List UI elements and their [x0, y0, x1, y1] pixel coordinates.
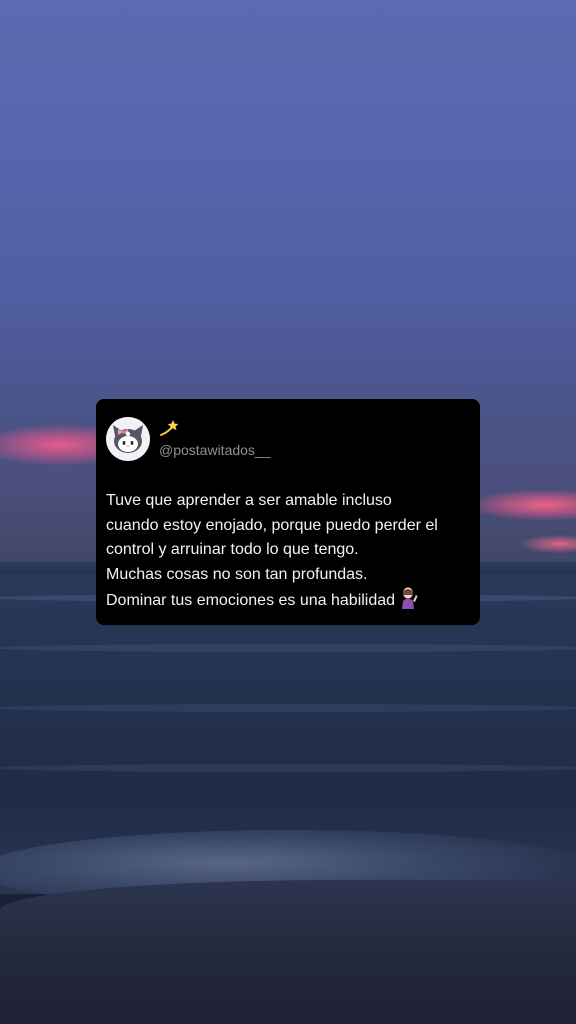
- post-text-line: cuando estoy enojado, porque puedo perde…: [106, 516, 438, 534]
- kuromi-avatar-icon[interactable]: [106, 417, 150, 461]
- post-handle[interactable]: @postawitados__: [159, 442, 271, 458]
- post-text-line: Muchas cosas no son tan profundas.: [106, 565, 368, 583]
- post-text-line: Dominar tus emociones es una habilidad: [106, 592, 396, 609]
- beach-sand: [0, 880, 576, 1024]
- woman-tipping-hand-icon: [399, 587, 419, 618]
- post-text: Tuve que aprender a ser amable incluso c…: [106, 489, 474, 618]
- post-text-last-line: Dominar tus emociones es una habilidad: [106, 587, 474, 618]
- wave: [0, 704, 576, 712]
- wave: [0, 764, 576, 772]
- video-frame: @postawitados__ Tuve que aprender a ser …: [0, 0, 576, 1024]
- wave: [0, 644, 576, 652]
- dizzy-star-icon: [158, 417, 180, 445]
- post-text-line: Tuve que aprender a ser amable incluso: [106, 492, 392, 509]
- post-card: @postawitados__ Tuve que aprender a ser …: [96, 399, 480, 625]
- post-text-line: control y arruinar todo lo que tengo.: [106, 541, 359, 558]
